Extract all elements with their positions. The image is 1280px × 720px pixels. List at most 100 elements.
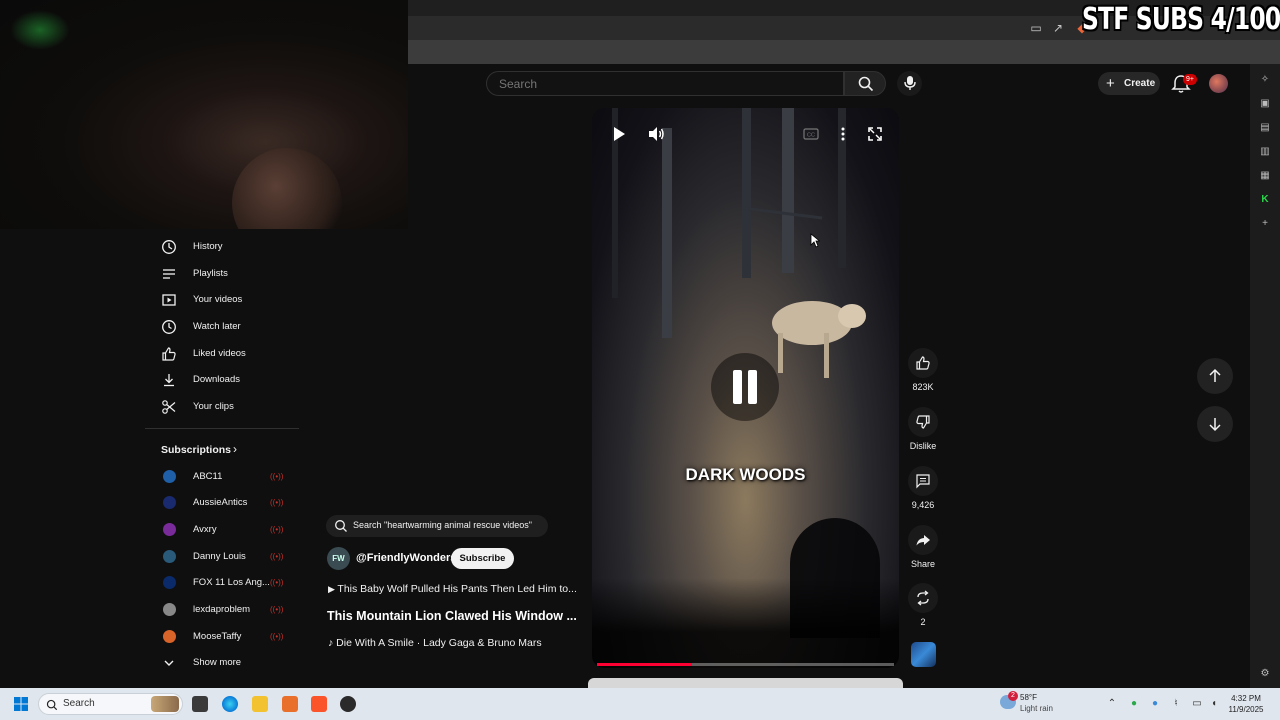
- related-video-link[interactable]: ▶ This Baby Wolf Pulled His Pants Then L…: [328, 583, 577, 595]
- leo-icon[interactable]: ✧: [1259, 74, 1271, 86]
- sidebar-item-playlists[interactable]: Playlists: [145, 261, 299, 287]
- sidebar-item-label: Your clips: [193, 401, 234, 412]
- sidebar-item-label: Your videos: [193, 294, 243, 305]
- stream-overlay-text: STF SUBS 4/100: [1081, 2, 1280, 37]
- volume-icon[interactable]: [646, 124, 666, 144]
- left-sidebar: History Playlists Your videos Watch late…: [145, 229, 299, 688]
- like-count: 823K: [912, 382, 934, 392]
- task-view-icon[interactable]: [192, 696, 208, 712]
- network-icon[interactable]: ▭: [1191, 698, 1203, 710]
- share-icon[interactable]: ↗: [1051, 21, 1065, 35]
- search-bar[interactable]: [486, 71, 844, 96]
- channel-name[interactable]: @FriendlyWonders: [356, 552, 456, 564]
- tray-app-icon[interactable]: ●: [1149, 698, 1161, 710]
- file-explorer-icon[interactable]: [252, 696, 268, 712]
- share-button[interactable]: Share: [905, 525, 941, 569]
- brave-browser-icon[interactable]: [311, 696, 327, 712]
- like-icon: [162, 347, 176, 361]
- sidebar-item-your-videos[interactable]: Your videos: [145, 287, 299, 313]
- weather-widget[interactable]: 2 58°F Light rain: [1000, 691, 1080, 715]
- remix-button[interactable]: 2: [905, 583, 941, 627]
- more-options-icon[interactable]: [833, 124, 853, 144]
- previous-video-button[interactable]: [1197, 358, 1233, 394]
- next-video-button[interactable]: [1197, 406, 1233, 442]
- sound-thumbnail[interactable]: [911, 642, 936, 667]
- subscription-item[interactable]: AussieAntics ((•)): [145, 490, 299, 516]
- comments-button[interactable]: 9,426: [905, 466, 941, 510]
- sidebar-item-label: Downloads: [193, 374, 240, 385]
- video-title[interactable]: This Mountain Lion Clawed His Window ...: [327, 609, 577, 623]
- next-video-preview[interactable]: [588, 678, 903, 688]
- sidebar-divider: [145, 428, 299, 429]
- sidebar-item-watch-later[interactable]: Watch later: [145, 314, 299, 340]
- search-button[interactable]: [844, 71, 886, 96]
- volume-icon[interactable]: ◖: [1208, 698, 1220, 710]
- subscription-item[interactable]: lexdaproblem ((•)): [145, 597, 299, 623]
- subscription-label: AussieAntics: [193, 497, 248, 508]
- live-icon: ((•)): [270, 632, 284, 641]
- subscription-item[interactable]: ABC11 ((•)): [145, 464, 299, 490]
- sidebar-item-liked-videos[interactable]: Liked videos: [145, 341, 299, 367]
- subscription-item[interactable]: Avxry ((•)): [145, 517, 299, 543]
- settings-gear-icon[interactable]: ⚙: [1259, 668, 1271, 680]
- video-title-overlay: DARK WOODS: [685, 465, 806, 484]
- music-link[interactable]: ♪ Die With A Smile · Lady Gaga & Bruno M…: [328, 637, 542, 649]
- add-panel-icon[interactable]: +: [1259, 218, 1271, 230]
- subscriptions-header[interactable]: Subscriptions ›: [145, 437, 299, 463]
- remix-icon: [917, 590, 929, 606]
- shorts-video-player[interactable]: DARK WOODS: [592, 108, 899, 668]
- tray-app-icon[interactable]: ●: [1128, 698, 1140, 710]
- subscribe-button[interactable]: Subscribe: [451, 548, 514, 569]
- show-more-button[interactable]: Show more: [145, 650, 299, 676]
- history-icon: [162, 240, 176, 254]
- subscription-item[interactable]: MooseTaffy ((•)): [145, 624, 299, 650]
- fullscreen-icon[interactable]: [865, 124, 885, 144]
- cast-icon[interactable]: ▭: [1029, 21, 1043, 35]
- subscription-item[interactable]: FOX 11 Los Ang... ((•)): [145, 570, 299, 596]
- bookmarks-icon[interactable]: ▥: [1259, 146, 1271, 158]
- channel-avatar-icon: [163, 523, 176, 536]
- microphone-icon[interactable]: ♮: [1170, 698, 1182, 710]
- chevron-up-icon[interactable]: ⌃: [1106, 698, 1118, 710]
- app-icon[interactable]: [282, 696, 298, 712]
- sidebar-item-downloads[interactable]: Downloads: [145, 367, 299, 393]
- search-suggestion-chip[interactable]: Search "heartwarming animal rescue video…: [326, 515, 548, 537]
- captions-icon[interactable]: CC: [801, 124, 821, 144]
- kick-icon[interactable]: K: [1259, 194, 1271, 206]
- edge-browser-icon[interactable]: [222, 696, 238, 712]
- channel-avatar[interactable]: FW: [327, 547, 350, 570]
- like-button[interactable]: 823K: [905, 348, 941, 392]
- mouse-cursor-icon: [810, 233, 820, 248]
- wallet-icon[interactable]: ▤: [1259, 122, 1271, 134]
- system-clock[interactable]: 4:32 PM 11/9/2025: [1226, 693, 1266, 715]
- subscription-item[interactable]: Danny Louis ((•)): [145, 544, 299, 570]
- reading-list-icon[interactable]: ▦: [1259, 170, 1271, 182]
- playlists-icon: [163, 269, 175, 279]
- notification-badge: 9+: [1183, 74, 1197, 85]
- live-icon: ((•)): [270, 578, 284, 587]
- obs-icon[interactable]: [340, 696, 356, 712]
- search-input[interactable]: [499, 76, 819, 92]
- subscription-label: Avxry: [193, 524, 217, 535]
- play-icon[interactable]: [609, 124, 629, 144]
- sidebar-item-label: Watch later: [193, 321, 241, 332]
- voice-search-button[interactable]: [897, 71, 922, 96]
- live-icon: ((•)): [270, 525, 284, 534]
- sidebar-item-history[interactable]: History: [145, 234, 299, 260]
- comment-count: 9,426: [911, 500, 935, 510]
- scissors-icon: [162, 400, 176, 414]
- avatar[interactable]: [1209, 74, 1228, 93]
- share-icon: [916, 535, 930, 546]
- taskbar-search-label: Search: [63, 698, 95, 709]
- channel-avatar-icon: [163, 603, 176, 616]
- media-icon[interactable]: ▣: [1259, 98, 1271, 110]
- dislike-button[interactable]: Dislike: [905, 407, 941, 451]
- create-button[interactable]: + Create: [1098, 72, 1160, 95]
- channel-avatar-icon: [163, 470, 176, 483]
- taskbar-search[interactable]: Search: [38, 693, 183, 715]
- sidebar-item-your-clips[interactable]: Your clips: [145, 394, 299, 420]
- search-suggestion-label: Search "heartwarming animal rescue video…: [353, 520, 532, 530]
- pause-icon[interactable]: [711, 353, 779, 421]
- windows-start-icon[interactable]: [13, 696, 29, 712]
- thumbs-down-icon: [916, 415, 930, 429]
